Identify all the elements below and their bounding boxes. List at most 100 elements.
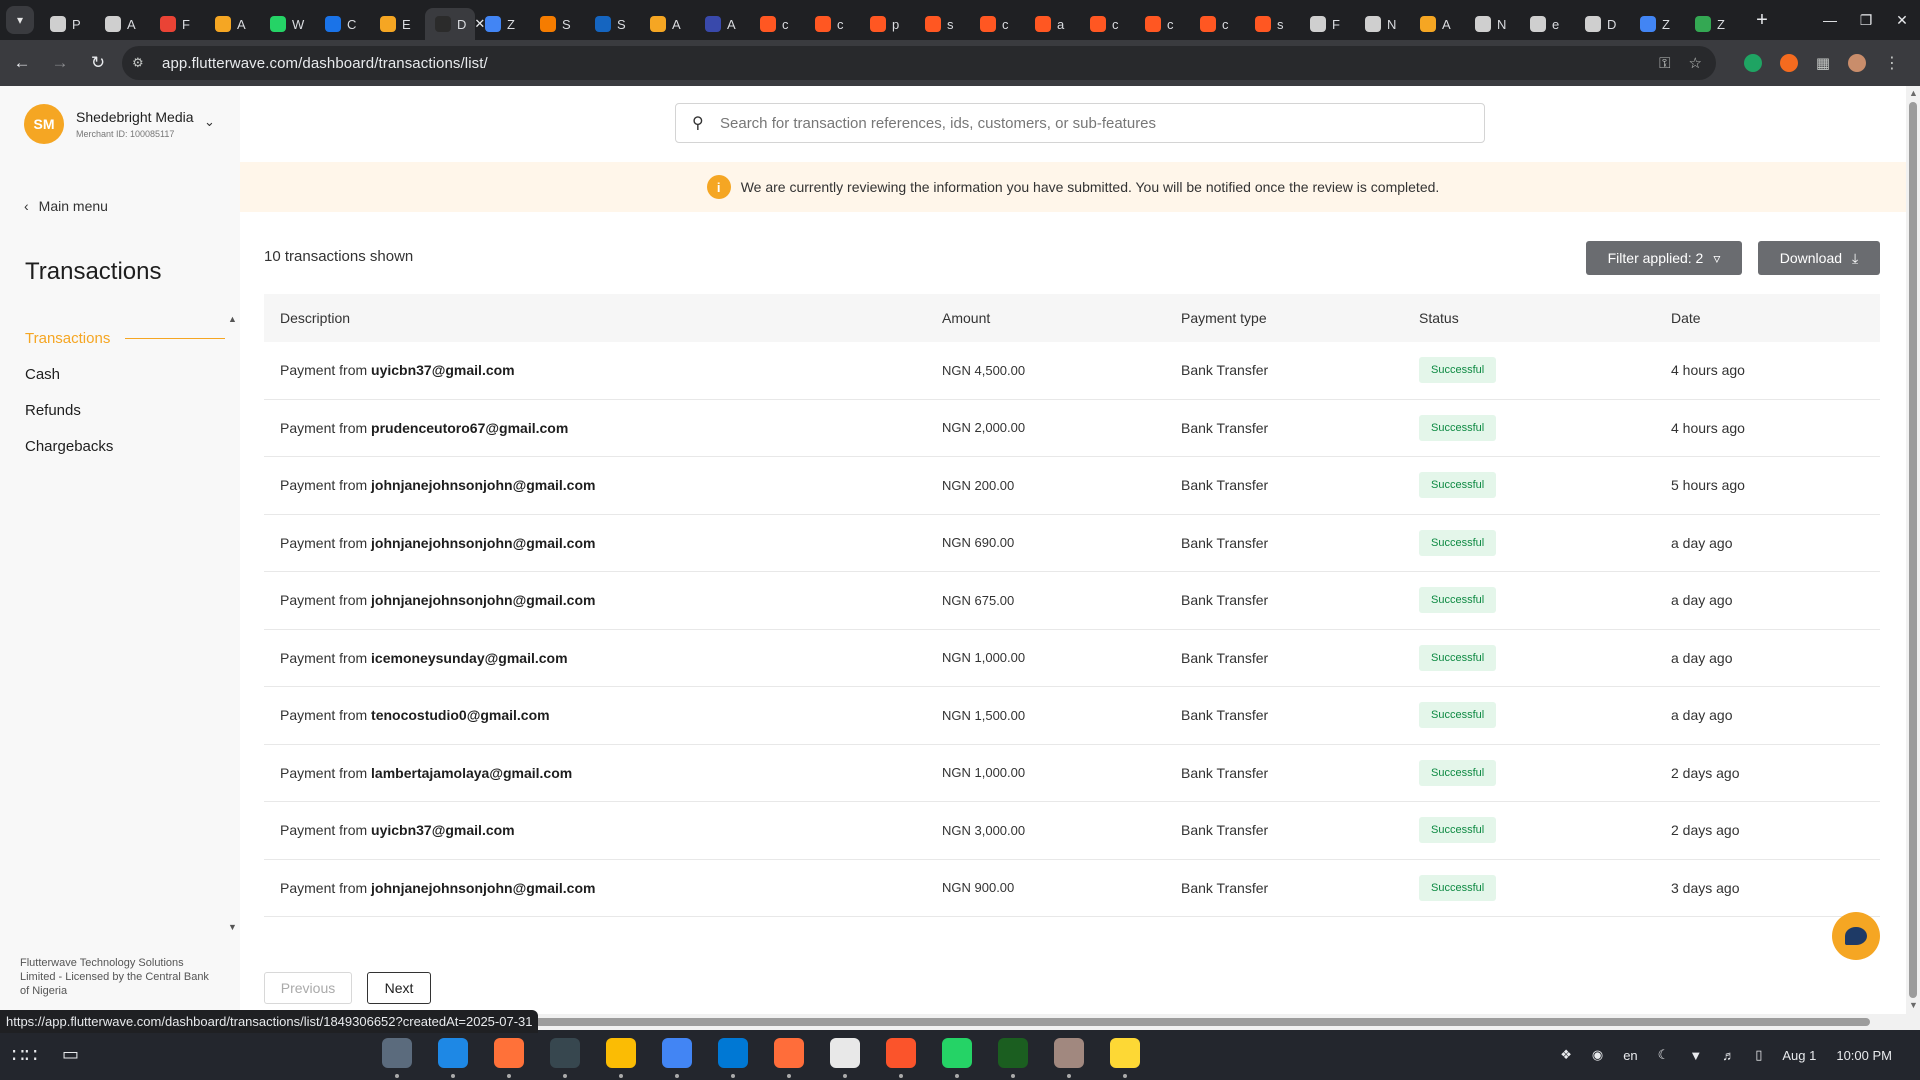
sidebar-item-chargebacks[interactable]: Chargebacks <box>25 428 225 464</box>
taskbar-keep-icon[interactable] <box>606 1038 636 1078</box>
language-indicator[interactable]: en <box>1623 1048 1637 1063</box>
window-overview-icon[interactable]: ▭ <box>62 1044 79 1065</box>
table-row[interactable]: Payment from uyicbn37@gmail.com NGN 4,500… <box>264 342 1880 400</box>
browser-tab[interactable]: D ✕ <box>425 8 485 40</box>
scroll-up-arrow-icon[interactable]: ▲ <box>228 314 237 324</box>
browser-tab[interactable]: c <box>1135 8 1190 40</box>
page-vertical-scrollbar[interactable]: ▲ ▼ <box>1906 86 1920 1014</box>
scroll-up-arrow-icon[interactable]: ▲ <box>1909 88 1918 98</box>
taskbar-chrome-icon[interactable] <box>662 1038 692 1078</box>
next-button[interactable]: Next <box>367 972 431 1004</box>
forward-button[interactable]: → <box>44 47 76 79</box>
browser-tab[interactable]: F <box>150 8 205 40</box>
minimize-icon[interactable]: — <box>1812 12 1848 28</box>
chevron-down-icon[interactable]: ⌄ <box>204 114 215 130</box>
table-row[interactable]: Payment from tenocostudio0@gmail.com NGN … <box>264 687 1880 745</box>
extension-green-icon[interactable] <box>1743 54 1762 72</box>
scrollbar-thumb[interactable] <box>1909 102 1917 998</box>
search-placeholder[interactable]: Search for transaction references, ids, … <box>720 115 1156 132</box>
main-menu-link[interactable]: ‹ Main menu <box>24 198 108 214</box>
browser-tab[interactable]: c <box>970 8 1025 40</box>
puzzle-icon[interactable]: ▦ <box>1816 54 1830 72</box>
site-info-icon[interactable]: ⚙ <box>132 55 162 71</box>
url-text[interactable]: app.flutterwave.com/dashboard/transactio… <box>162 55 488 72</box>
sidebar-item-transactions[interactable]: Transactions <box>25 320 225 356</box>
browser-tab[interactable]: Z <box>475 8 530 40</box>
scroll-down-arrow-icon[interactable]: ▼ <box>228 922 237 932</box>
download-button[interactable]: Download ⤓ <box>1758 241 1880 275</box>
browser-tab[interactable]: e <box>1520 8 1575 40</box>
browser-tab[interactable]: a <box>1025 8 1080 40</box>
browser-tab[interactable]: c <box>750 8 805 40</box>
browser-tab[interactable]: s <box>1245 8 1300 40</box>
tab-search-button[interactable]: ▾ <box>6 6 34 34</box>
table-row[interactable]: Payment from lambertajamolaya@gmail.com N… <box>264 745 1880 802</box>
chat-support-button[interactable] <box>1832 912 1880 960</box>
new-tab-button[interactable]: + <box>1748 9 1776 32</box>
browser-tab[interactable]: s <box>915 8 970 40</box>
taskbar-slack-icon[interactable] <box>830 1038 860 1078</box>
taskbar-pen-icon[interactable] <box>774 1038 804 1078</box>
taskbar-monitor-icon[interactable] <box>998 1038 1028 1078</box>
night-mode-icon[interactable]: ☾ <box>1658 1047 1670 1063</box>
browser-tab[interactable]: D <box>1575 8 1630 40</box>
maximize-icon[interactable]: ❐ <box>1848 12 1884 29</box>
bookmark-star-icon[interactable]: ☆ <box>1689 54 1702 72</box>
taskbar-notes-icon[interactable] <box>1110 1038 1140 1078</box>
scroll-down-arrow-icon[interactable]: ▼ <box>1909 1000 1918 1010</box>
browser-tab[interactable]: A <box>695 8 750 40</box>
browser-tab[interactable]: A <box>1410 8 1465 40</box>
app-launcher-icon[interactable]: ∷∷ <box>12 1043 37 1068</box>
browser-tab[interactable]: c <box>805 8 860 40</box>
table-row[interactable]: Payment from johnjanejohnsonjohn@gmail.c… <box>264 860 1880 917</box>
browser-tab[interactable]: A <box>95 8 150 40</box>
browser-tab[interactable]: E <box>370 8 425 40</box>
browser-tab[interactable]: F <box>1300 8 1355 40</box>
taskbar-store-icon[interactable] <box>438 1038 468 1078</box>
wifi-icon[interactable]: ▼ <box>1689 1048 1702 1063</box>
browser-tab[interactable]: p <box>860 8 915 40</box>
browser-tab[interactable]: c <box>1080 8 1135 40</box>
merchant-switcher[interactable]: SM Shedebright Media Merchant ID: 100085… <box>24 104 215 144</box>
table-row[interactable]: Payment from johnjanejohnsonjohn@gmail.c… <box>264 572 1880 630</box>
table-row[interactable]: Payment from johnjanejohnsonjohn@gmail.c… <box>264 515 1880 572</box>
browser-tab[interactable]: Z <box>1630 8 1685 40</box>
browser-tab[interactable]: N <box>1355 8 1410 40</box>
tray-chrome-icon[interactable]: ◉ <box>1592 1047 1603 1063</box>
taskbar-app-icon[interactable] <box>1054 1038 1084 1078</box>
taskbar-vscode-icon[interactable] <box>718 1038 748 1078</box>
browser-tab[interactable]: Z <box>1685 8 1740 40</box>
back-button[interactable]: ← <box>6 47 38 79</box>
browser-tab[interactable]: W <box>260 8 315 40</box>
previous-button[interactable]: Previous <box>264 972 352 1004</box>
reload-button[interactable]: ↻ <box>82 47 114 79</box>
taskbar-terminal-icon[interactable] <box>550 1038 580 1078</box>
browser-tab[interactable]: S <box>585 8 640 40</box>
browser-tab[interactable]: N <box>1465 8 1520 40</box>
browser-tab[interactable]: S <box>530 8 585 40</box>
browser-tab[interactable]: C <box>315 8 370 40</box>
taskbar-files-icon[interactable] <box>382 1038 412 1078</box>
filter-button[interactable]: Filter applied: 2 ▿ <box>1586 241 1742 275</box>
sidebar-item-cash[interactable]: Cash <box>25 356 225 392</box>
profile-avatar[interactable] <box>1848 54 1866 72</box>
tray-time[interactable]: 10:00 PM <box>1836 1048 1892 1063</box>
address-bar[interactable]: ⚙ app.flutterwave.com/dashboard/transact… <box>122 46 1716 80</box>
close-window-icon[interactable]: ✕ <box>1884 12 1920 29</box>
battery-icon[interactable]: ▯ <box>1755 1047 1762 1063</box>
key-icon[interactable]: ⚿ <box>1659 55 1670 72</box>
taskbar-firefox-icon[interactable] <box>494 1038 524 1078</box>
table-row[interactable]: Payment from icemoneysunday@gmail.com NGN… <box>264 630 1880 687</box>
browser-tab[interactable]: A <box>640 8 695 40</box>
tray-date[interactable]: Aug 1 <box>1782 1048 1816 1063</box>
browser-tab[interactable]: c <box>1190 8 1245 40</box>
table-row[interactable]: Payment from johnjanejohnsonjohn@gmail.c… <box>264 457 1880 515</box>
volume-icon[interactable]: ♬ <box>1722 1048 1735 1063</box>
kebab-menu-icon[interactable]: ⋮ <box>1884 53 1900 73</box>
search-box[interactable]: ⚲ Search for transaction references, ids… <box>675 103 1485 143</box>
table-row[interactable]: Payment from uyicbn37@gmail.com NGN 3,000… <box>264 802 1880 860</box>
taskbar-brave-icon[interactable] <box>886 1038 916 1078</box>
browser-tab[interactable]: A <box>205 8 260 40</box>
tray-slack-icon[interactable]: ❖ <box>1560 1047 1572 1063</box>
extension-fox-icon[interactable] <box>1779 54 1798 72</box>
